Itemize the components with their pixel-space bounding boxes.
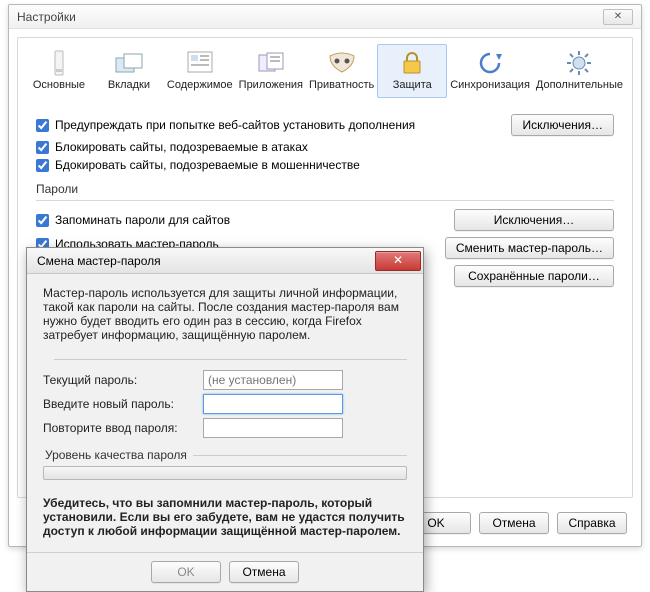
- current-password-label: Текущий пароль:: [43, 373, 203, 387]
- privacy-mask-icon: [326, 49, 358, 77]
- window-close-button[interactable]: ✕: [603, 9, 633, 25]
- tab-label: Защита: [380, 79, 444, 91]
- password-quality-meter: [43, 466, 407, 480]
- tabs-icon: [113, 49, 145, 77]
- tab-label: Синхронизация: [450, 79, 530, 91]
- titlebar: Настройки ✕: [9, 5, 641, 29]
- modal-cancel-button[interactable]: Отмена: [229, 561, 299, 583]
- password-fields-group: Текущий пароль: Введите новый пароль: По…: [43, 352, 407, 442]
- category-toolbar: Основные Вкладки Содержимое: [22, 42, 628, 100]
- modal-buttons: OK Отмена: [27, 552, 423, 591]
- addons-exceptions-button[interactable]: Исключения…: [511, 114, 614, 136]
- tab-label: Приватность: [309, 79, 374, 91]
- modal-ok-button[interactable]: OK: [151, 561, 221, 583]
- tab-sync[interactable]: Синхронизация: [447, 44, 533, 98]
- applications-icon: [255, 49, 287, 77]
- new-password-label: Введите новый пароль:: [43, 397, 203, 411]
- lock-icon: [396, 49, 428, 77]
- tab-label: Вкладки: [97, 79, 161, 91]
- modal-description: Мастер-пароль используется для защиты ли…: [43, 286, 407, 342]
- block-attack-label: Блокировать сайты, подозреваемые в атака…: [55, 140, 308, 154]
- block-fraud-label: Бдокировать сайты, подозреваемые в мошен…: [55, 158, 360, 172]
- change-master-password-button[interactable]: Сменить мастер-пароль…: [445, 237, 614, 259]
- tab-tabs[interactable]: Вкладки: [94, 44, 164, 98]
- dialog-buttons: OK Отмена Справка: [401, 512, 627, 534]
- quality-group: Уровень качества пароля: [43, 448, 407, 490]
- window-title: Настройки: [17, 10, 76, 24]
- tab-label: Дополнительные: [536, 79, 623, 91]
- addons-warn-row: Предупреждать при попытке веб-сайтов уст…: [36, 114, 614, 136]
- repeat-password-input[interactable]: [203, 418, 343, 438]
- warn-install-checkbox[interactable]: [36, 119, 49, 132]
- warn-install-label: Предупреждать при попытке веб-сайтов уст…: [55, 118, 415, 132]
- remember-passwords-checkbox[interactable]: [36, 214, 49, 227]
- change-master-password-dialog: Смена мастер-пароля ✕ Мастер-пароль испо…: [26, 247, 424, 592]
- tab-advanced[interactable]: Дополнительные: [533, 44, 626, 98]
- divider: [36, 200, 614, 201]
- modal-body: Мастер-пароль используется для защиты ли…: [27, 274, 423, 552]
- passwords-section-label: Пароли: [36, 182, 614, 196]
- tab-content[interactable]: Содержимое: [164, 44, 236, 98]
- modal-warning: Убедитесь, что вы запомнили мастер-парол…: [43, 496, 407, 538]
- tab-label: Приложения: [239, 79, 303, 91]
- block-attack-checkbox[interactable]: [36, 141, 49, 154]
- quality-label: Уровень качества пароля: [43, 448, 193, 462]
- tab-label: Основные: [27, 79, 91, 91]
- tab-label: Содержимое: [167, 79, 233, 91]
- block-fraud-checkbox[interactable]: [36, 159, 49, 172]
- modal-close-button[interactable]: ✕: [375, 251, 421, 271]
- remember-passwords-label: Запоминать пароли для сайтов: [55, 213, 230, 227]
- content-icon: [184, 49, 216, 77]
- modal-titlebar: Смена мастер-пароля ✕: [27, 248, 423, 274]
- saved-passwords-button[interactable]: Сохранённые пароли…: [454, 265, 614, 287]
- tab-applications[interactable]: Приложения: [236, 44, 306, 98]
- passwords-exceptions-button[interactable]: Исключения…: [454, 209, 614, 231]
- general-icon: [43, 49, 75, 77]
- modal-title: Смена мастер-пароля: [37, 254, 161, 268]
- repeat-password-label: Повторите ввод пароля:: [43, 421, 203, 435]
- tab-general[interactable]: Основные: [24, 44, 94, 98]
- sync-icon: [474, 49, 506, 77]
- new-password-input[interactable]: [203, 394, 343, 414]
- gear-icon: [563, 49, 595, 77]
- tab-privacy[interactable]: Приватность: [306, 44, 377, 98]
- help-button[interactable]: Справка: [557, 512, 627, 534]
- tab-security[interactable]: Защита: [377, 44, 447, 98]
- cancel-button[interactable]: Отмена: [479, 512, 549, 534]
- current-password-input: [203, 370, 343, 390]
